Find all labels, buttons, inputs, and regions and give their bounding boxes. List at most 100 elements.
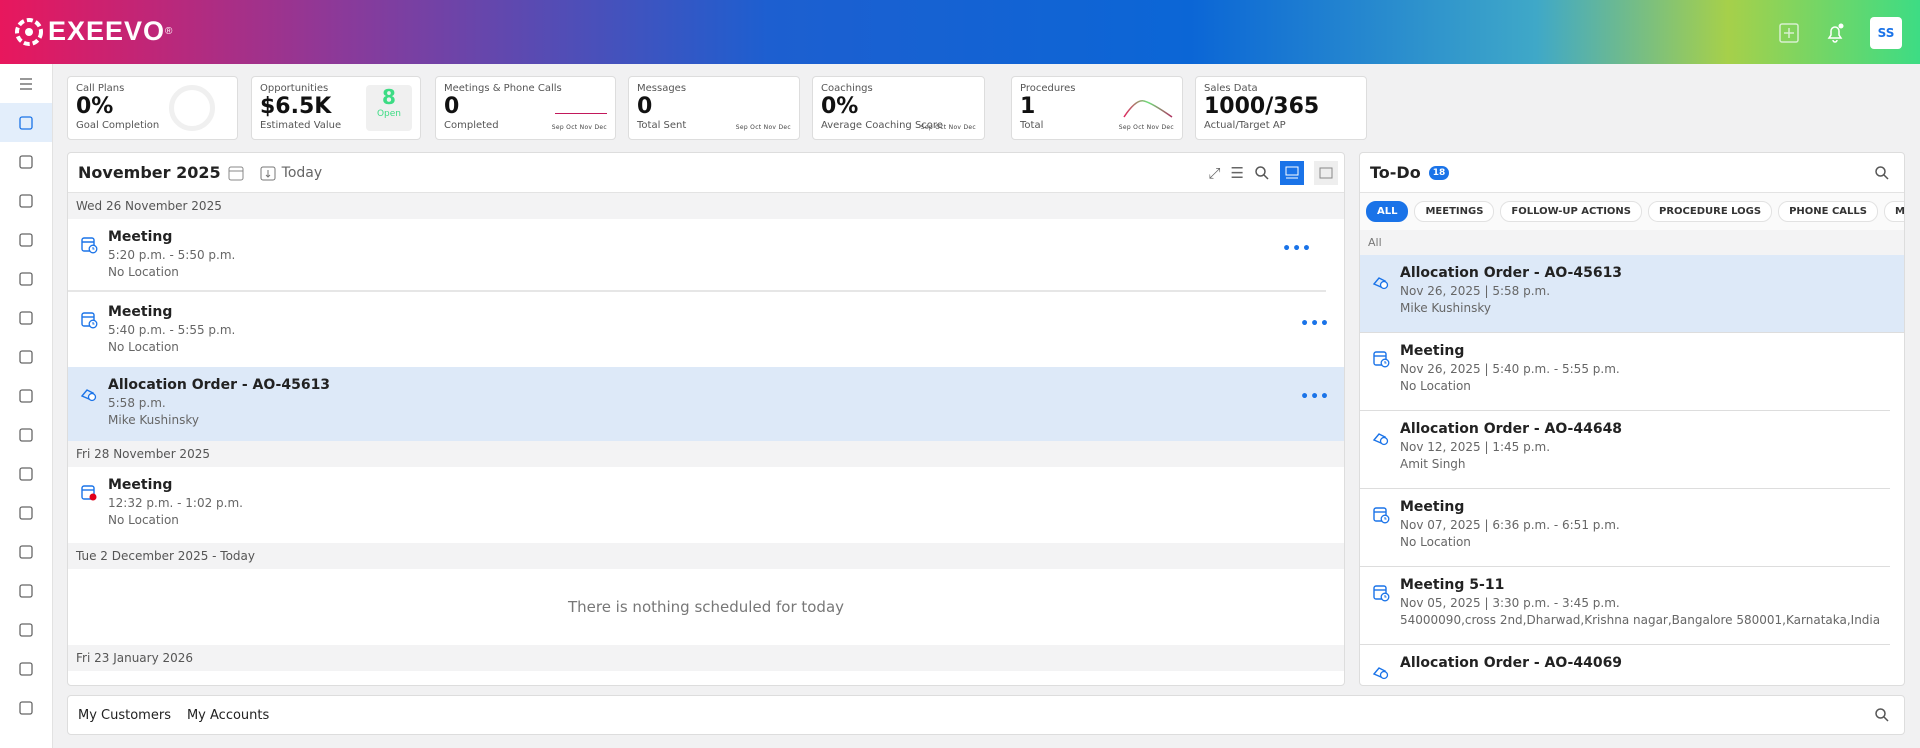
bottom-search-icon[interactable] — [1874, 707, 1890, 723]
event-location: No Location — [108, 513, 179, 527]
sidebar-item-help[interactable] — [0, 454, 52, 493]
date-header: Fri 28 November 2025 — [68, 441, 1344, 467]
folder-icon — [19, 193, 33, 208]
sidebar-item-coins[interactable] — [0, 415, 52, 454]
today-button[interactable]: Today — [259, 164, 322, 182]
list-view-button[interactable] — [1280, 160, 1304, 185]
sidebar-item-home[interactable] — [0, 103, 52, 142]
search-icon[interactable] — [1254, 165, 1270, 181]
event-name: Allocation Order - AO-45613 — [108, 377, 331, 393]
brand-logo[interactable]: EXEEVO ® — [14, 16, 173, 47]
expand-icon[interactable]: ⤢ — [1209, 164, 1221, 182]
filter-chip-meetings[interactable]: MEETINGS — [1414, 201, 1495, 222]
todo-item-date: Nov 12, 2025 | 1:45 p.m. — [1400, 440, 1551, 454]
presentation-icon — [19, 310, 33, 325]
sidebar-item-handshake[interactable] — [0, 532, 52, 571]
briefcase-icon — [19, 700, 33, 715]
add-icon[interactable] — [1778, 22, 1800, 44]
user-avatar[interactable]: SS — [1870, 17, 1902, 49]
sidebar-item-chart[interactable] — [0, 610, 52, 649]
filter-chip-procedure-logs[interactable]: PROCEDURE LOGS — [1648, 201, 1773, 222]
sidebar-item-pie-chart[interactable] — [0, 220, 52, 259]
sidebar-item-calendar-folder[interactable] — [0, 142, 52, 181]
calendar-picker-icon[interactable] — [227, 164, 245, 182]
more-options-icon[interactable]: ••• — [1300, 316, 1330, 332]
more-options-icon[interactable]: ••• — [1300, 389, 1330, 405]
calendar-event[interactable]: Meeting 12:32 p.m. - 1:02 p.m. No Location — [68, 467, 1344, 543]
kpi-card[interactable]: Opportunities $6.5K Estimated Value 8 Open — [251, 76, 421, 140]
sidebar-item-folder[interactable] — [0, 181, 52, 220]
sidebar-item-contact[interactable] — [0, 376, 52, 415]
kpi-card[interactable]: Sales Data 1000/365 Actual/Target AP — [1195, 76, 1367, 140]
filter-chip-follow-up-actions[interactable]: FOLLOW-UP ACTIONS — [1500, 201, 1642, 222]
filter-chip-all[interactable]: ALL — [1366, 201, 1409, 222]
sidebar-item-checklist[interactable] — [0, 259, 52, 298]
kpi-card[interactable]: Messages 0 Total Sent Sep Oct Nov Dec — [628, 76, 800, 140]
calendar-event[interactable]: Meeting 5:20 p.m. - 5:50 p.m. No Location •… — [68, 219, 1326, 292]
todo-item-sub: Mike Kushinsky — [1400, 301, 1491, 315]
kpi-card[interactable]: Meetings & Phone Calls 0 Completed Sep Oct … — [435, 76, 616, 140]
todo-item[interactable]: Allocation Order - AO-45613 Nov 26, 2025 … — [1360, 255, 1904, 333]
todo-item-date: Nov 07, 2025 | 6:36 p.m. - 6:51 p.m. — [1400, 518, 1620, 532]
event-time: 5:40 p.m. - 5:55 p.m. — [108, 323, 236, 337]
notification-bell-icon[interactable] — [1824, 22, 1846, 44]
date-header: Tue 2 December 2025 - Today — [68, 543, 1344, 569]
meeting-icon — [1373, 507, 1390, 524]
help-icon — [19, 466, 33, 481]
sparkline-months: Sep Oct Nov Dec — [1118, 124, 1174, 131]
contact-icon — [19, 388, 33, 403]
todo-title: To-Do — [1370, 163, 1421, 182]
todo-item-name: Meeting 5-11 — [1400, 577, 1505, 593]
sidebar-item-briefcase[interactable] — [0, 688, 52, 727]
sparkline — [555, 113, 607, 114]
sidebar-item-barcode[interactable] — [0, 493, 52, 532]
kpi-card[interactable]: Procedures 1 Total Sep Oct Nov Dec — [1011, 76, 1183, 140]
goal-ring — [169, 85, 215, 131]
open-label: Open — [376, 109, 402, 119]
calendar-view-icon — [1319, 167, 1333, 178]
filter-chip-messages[interactable]: MESSAGES — [1883, 201, 1904, 222]
filter-chip-phone-calls[interactable]: PHONE CALLS — [1778, 201, 1878, 222]
todo-item-sub: No Location — [1400, 379, 1471, 393]
kpi-card[interactable]: Coachings 0% Average Coaching Score Sep Oct… — [812, 76, 985, 140]
todo-item-sub: Amit Singh — [1400, 457, 1466, 471]
menu-icon — [20, 77, 32, 90]
sparkline-months: Sep Oct Nov Dec — [551, 124, 607, 131]
meeting-icon — [81, 485, 97, 501]
sidebar-item-report[interactable] — [0, 649, 52, 688]
kpi-value: 1000/365 — [1204, 94, 1320, 119]
event-name: Meeting — [108, 304, 173, 320]
brand-name: EXEEVO — [48, 16, 166, 46]
calendar-event[interactable]: Allocation Order - AO-45613 5:58 p.m. Mike… — [68, 367, 1344, 441]
home-icon — [19, 115, 33, 130]
sidebar-item-menu[interactable] — [0, 64, 52, 103]
todo-item-name: Allocation Order - AO-45613 — [1400, 265, 1623, 281]
kpi-title: Sales Data — [1204, 83, 1258, 94]
todo-item-name: Meeting — [1400, 343, 1465, 359]
todo-item-sub: 54000090,cross 2nd,Dharwad,Krishna nagar… — [1400, 613, 1881, 627]
tab-my-accounts[interactable]: My Accounts — [187, 708, 269, 723]
todo-item[interactable]: Meeting Nov 26, 2025 | 5:40 p.m. - 5:55 p… — [1360, 333, 1890, 411]
todo-item-name: Allocation Order - AO-44648 — [1400, 421, 1623, 437]
kpi-title: Coachings — [821, 83, 873, 94]
kpi-title: Messages — [637, 83, 687, 94]
sidebar-item-move[interactable] — [0, 571, 52, 610]
calendar-event[interactable]: Meeting 5:40 p.m. - 5:55 p.m. No Location •… — [68, 294, 1344, 367]
kpi-title: Meetings & Phone Calls — [444, 83, 562, 94]
kpi-card[interactable]: Call Plans 0% Goal Completion — [67, 76, 238, 140]
more-options-icon[interactable]: ••• — [1282, 241, 1312, 257]
today-icon — [260, 166, 276, 180]
tab-my-customers[interactable]: My Customers — [78, 708, 171, 723]
todo-item-name: Allocation Order - AO-44069 — [1400, 655, 1623, 671]
sidebar-item-presentation[interactable] — [0, 298, 52, 337]
sidebar-item-document[interactable] — [0, 337, 52, 376]
todo-item[interactable]: Allocation Order - AO-44648 Nov 12, 2025 … — [1360, 411, 1890, 489]
filter-sliders-icon[interactable]: ☰ — [1231, 164, 1244, 182]
todo-search-icon[interactable] — [1874, 165, 1890, 181]
todo-item[interactable]: Allocation Order - AO-44069 — [1360, 645, 1890, 685]
todo-item[interactable]: Meeting 5-11 Nov 05, 2025 | 3:30 p.m. - 3… — [1360, 567, 1890, 645]
todo-item-sub: No Location — [1400, 535, 1471, 549]
calendar-view-button[interactable] — [1314, 160, 1338, 185]
todo-item[interactable]: Meeting Nov 07, 2025 | 6:36 p.m. - 6:51 p… — [1360, 489, 1890, 567]
report-icon — [19, 661, 33, 676]
